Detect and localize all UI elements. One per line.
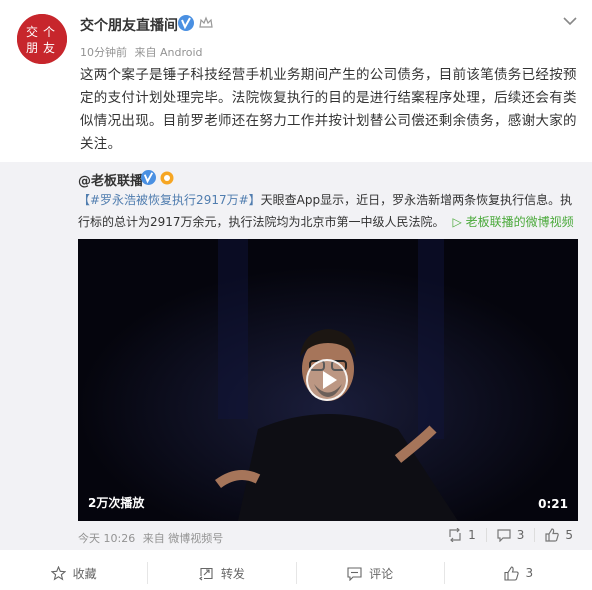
post-time: 10分钟前 xyxy=(80,46,127,59)
favorite-button[interactable]: 收藏 xyxy=(0,562,147,584)
repost-box[interactable]: @老板联播 【#罗永浩被恢复执行2917万#】天眼查App显示，近日，罗永浩新增… xyxy=(0,162,592,550)
repost-footer: 今天 10:26 来自 微博视频号 1 3 5 xyxy=(78,528,583,546)
post-text: 这两个案子是锤子科技经营手机业务期间产生的公司债务，目前该笔债务已经按预定的支付… xyxy=(80,67,577,152)
repost-button[interactable]: 转发 xyxy=(147,562,295,584)
repost-icon xyxy=(449,528,461,542)
svg-text:友: 友 xyxy=(43,41,55,55)
author-name[interactable]: 交个朋友直播间 xyxy=(80,15,178,35)
video-player[interactable]: 2万次播放 0:21 xyxy=(78,239,578,521)
verified-icon xyxy=(141,170,156,185)
play-count: 2万次播放 xyxy=(88,496,145,510)
post-source: 来自 Android xyxy=(134,46,203,59)
verified-icon xyxy=(178,15,194,31)
hashtag-link[interactable]: 【#罗永浩被恢复执行2917万#】 xyxy=(78,193,261,207)
svg-text:交: 交 xyxy=(26,24,38,39)
repost-text: 【#罗永浩被恢复执行2917万#】天眼查App显示，近日，罗永浩新增两条恢复执行… xyxy=(78,189,583,233)
like-button[interactable]: 3 xyxy=(443,562,592,584)
thumbs-up-icon xyxy=(545,528,560,542)
video-link[interactable]: ▷ 老板联播的微博视频 xyxy=(453,215,574,229)
repost-time: 今天 10:26 xyxy=(78,532,136,545)
comment-icon xyxy=(497,529,511,542)
repost-source: 来自 微博视频号 xyxy=(142,532,224,545)
comment-button[interactable]: 评论 xyxy=(295,562,444,584)
video-link-icon: ▷ xyxy=(452,215,466,229)
svg-text:个: 个 xyxy=(43,25,55,39)
comment-icon xyxy=(347,566,362,581)
share-icon xyxy=(198,567,213,580)
chevron-down-icon[interactable] xyxy=(562,13,578,29)
thumbs-up-icon xyxy=(503,565,519,581)
repost-stat-comments[interactable]: 3 xyxy=(485,528,535,542)
action-bar: 收藏 转发 评论 3 xyxy=(0,556,592,590)
repost-stat-reposts[interactable]: 1 xyxy=(438,528,486,542)
crown-icon xyxy=(199,16,213,28)
avatar[interactable]: 交 个 朋 友 xyxy=(17,14,67,64)
repost-stat-likes[interactable]: 5 xyxy=(534,528,583,542)
svg-text:朋: 朋 xyxy=(26,41,38,55)
repost-stats: 1 3 5 xyxy=(438,528,583,542)
play-button[interactable] xyxy=(306,359,348,401)
repost-author[interactable]: @老板联播 xyxy=(78,170,143,189)
post-header: 交 个 朋 友 交个朋友直播间 10分钟前 来自 Android xyxy=(0,0,592,64)
post-meta: 10分钟前 来自 Android xyxy=(80,44,207,60)
video-duration: 0:21 xyxy=(538,497,568,511)
avatar-logo: 交 个 朋 友 xyxy=(17,14,67,64)
star-icon xyxy=(50,565,66,580)
badge-icon xyxy=(160,171,174,185)
